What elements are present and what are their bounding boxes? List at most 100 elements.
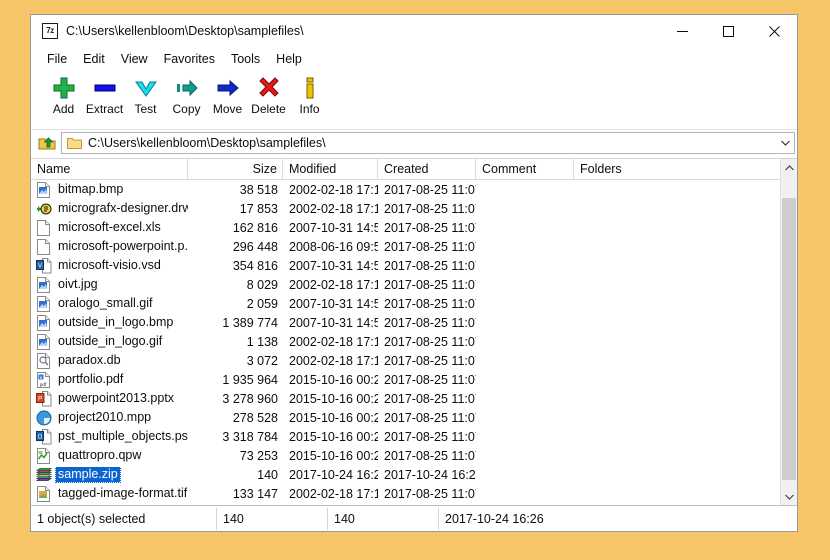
file-name-cell[interactable]: bitmap.bmp bbox=[31, 181, 188, 198]
table-row[interactable]: uuencode.uue163 3292007-10-31 14:532017-… bbox=[31, 503, 780, 505]
file-name-cell[interactable]: paradox.db bbox=[31, 352, 188, 369]
file-name-cell[interactable]: oivt.jpg bbox=[31, 276, 188, 293]
maximize-button[interactable] bbox=[705, 15, 751, 47]
file-name-text: microsoft-visio.vsd bbox=[58, 258, 161, 272]
column-header-name[interactable]: Name bbox=[31, 159, 188, 179]
table-row[interactable]: micrografx-designer.drw 17 853 2002-02-18 … bbox=[31, 199, 780, 218]
file-name-cell[interactable]: outside_in_logo.gif bbox=[31, 333, 188, 350]
table-row[interactable]: microsoft-excel.xls 162 816 2007-10-31 14:… bbox=[31, 218, 780, 237]
file-name-text: microsoft-powerpoint.p... bbox=[58, 239, 188, 253]
window-controls bbox=[659, 15, 797, 47]
file-name-cell[interactable]: microsoft-excel.xls bbox=[31, 219, 188, 236]
toolbar-label-info: Info bbox=[299, 102, 320, 116]
file-name-cell[interactable]: micrografx-designer.drw bbox=[31, 201, 188, 217]
menu-item-view[interactable]: View bbox=[113, 50, 156, 68]
vertical-scrollbar[interactable] bbox=[780, 159, 797, 505]
close-button[interactable] bbox=[751, 15, 797, 47]
toolbar-button-copy[interactable]: Copy bbox=[166, 75, 207, 116]
column-header-comment[interactable]: Comment bbox=[476, 159, 574, 179]
table-row[interactable]: outside_in_logo.bmp 1 389 774 2007-10-31 1… bbox=[31, 313, 780, 332]
file-size-cell: 2 059 bbox=[246, 296, 278, 311]
scroll-down-button[interactable] bbox=[781, 488, 797, 505]
file-name-text: oralogo_small.gif bbox=[58, 296, 153, 310]
project-file-icon bbox=[36, 410, 52, 426]
minimize-button[interactable] bbox=[659, 15, 705, 47]
status-packed-size: 140 bbox=[328, 508, 439, 530]
table-row[interactable]: bitmap.bmp 38 518 2002-02-18 17:13 2017-08-… bbox=[31, 180, 780, 199]
file-name-cell[interactable]: quattropro.qpw bbox=[31, 447, 188, 464]
app-icon: 7z bbox=[42, 23, 58, 39]
menu-item-help[interactable]: Help bbox=[268, 50, 310, 68]
file-name-cell[interactable]: microsoft-powerpoint.p... bbox=[31, 238, 188, 255]
file-name-cell[interactable]: outside_in_logo.bmp bbox=[31, 314, 188, 331]
file-created-cell: 2017-08-25 11:07 bbox=[384, 239, 476, 254]
scroll-up-button[interactable] bbox=[781, 159, 797, 176]
file-name-cell[interactable]: oralogo_small.gif bbox=[31, 295, 188, 312]
toolbar-button-info[interactable]: Info bbox=[289, 75, 330, 116]
file-name-cell[interactable]: uuencode.uue bbox=[31, 505, 188, 506]
toolbar-label-move: Move bbox=[212, 102, 243, 116]
column-header-folders[interactable]: Folders bbox=[574, 159, 714, 179]
file-modified-cell: 2007-10-31 14:53 bbox=[289, 315, 378, 330]
quattro-file-icon bbox=[36, 447, 52, 464]
file-name-cell[interactable]: Vmicrosoft-visio.vsd bbox=[31, 257, 188, 274]
table-row[interactable]: tagged-image-format.tif 133 147 2002-02-18… bbox=[31, 484, 780, 503]
title-bar: 7z C:\Users\kellenbloom\Desktop\samplefi… bbox=[31, 15, 797, 47]
file-name-cell[interactable]: sample.zip bbox=[31, 466, 188, 483]
address-combobox[interactable]: C:\Users\kellenbloom\Desktop\samplefiles… bbox=[61, 132, 795, 154]
up-folder-icon[interactable] bbox=[33, 131, 61, 155]
toolbar-button-move[interactable]: Move bbox=[207, 75, 248, 116]
table-row[interactable]: microsoft-powerpoint.p... 296 448 2008-06-… bbox=[31, 237, 780, 256]
column-header-size[interactable]: Size bbox=[188, 159, 283, 179]
file-modified-cell: 2002-02-18 17:14 bbox=[289, 334, 378, 349]
table-row[interactable]: Ppowerpoint2013.pptx 3 278 960 2015-10-16 … bbox=[31, 389, 780, 408]
table-row[interactable]: oralogo_small.gif 2 059 2007-10-31 14:53 20… bbox=[31, 294, 780, 313]
file-name-cell[interactable]: e pdf portfolio.pdf bbox=[31, 371, 188, 388]
file-created-cell: 2017-08-25 11:07 bbox=[384, 410, 476, 425]
file-name-text: paradox.db bbox=[58, 353, 121, 367]
table-row[interactable]: outside_in_logo.gif 1 138 2002-02-18 17:14… bbox=[31, 332, 780, 351]
file-name-cell[interactable]: project2010.mpp bbox=[31, 410, 188, 426]
table-row[interactable]: Vmicrosoft-visio.vsd 354 816 2007-10-31 14… bbox=[31, 256, 780, 275]
file-name-text: project2010.mpp bbox=[58, 410, 152, 424]
table-row[interactable]: sample.zip 140 2017-10-24 16:26 2017-10-24 … bbox=[31, 465, 780, 484]
file-created-cell: 2017-08-25 11:07 bbox=[384, 201, 476, 216]
file-name-cell[interactable]: Ppowerpoint2013.pptx bbox=[31, 390, 188, 407]
table-row[interactable]: project2010.mpp 278 528 2015-10-16 00:28 20… bbox=[31, 408, 780, 427]
file-created-cell: 2017-08-25 11:07 bbox=[384, 182, 476, 197]
file-created-cell: 2017-08-25 11:07 bbox=[384, 353, 476, 368]
file-created-cell: 2017-08-25 11:07 bbox=[384, 391, 476, 406]
table-row[interactable]: e pdf portfolio.pdf 1 935 964 2015-10-16 00:… bbox=[31, 370, 780, 389]
menu-item-edit[interactable]: Edit bbox=[75, 50, 113, 68]
file-size-cell: 17 853 bbox=[239, 201, 278, 216]
toolbar-label-delete: Delete bbox=[251, 102, 286, 116]
toolbar-button-test[interactable]: Test bbox=[125, 75, 166, 116]
chevron-down-icon[interactable] bbox=[776, 140, 794, 146]
file-name-cell[interactable]: Opst_multiple_objects.pst bbox=[31, 428, 188, 445]
table-row[interactable]: oivt.jpg 8 029 2002-02-18 17:14 2017-08-25 … bbox=[31, 275, 780, 294]
menu-item-favorites[interactable]: Favorites bbox=[156, 50, 223, 68]
column-header-modified[interactable]: Modified bbox=[283, 159, 378, 179]
info-icon bbox=[298, 75, 322, 101]
status-selection: 1 object(s) selected bbox=[31, 508, 217, 530]
file-size-cell: 8 029 bbox=[246, 277, 278, 292]
file-size-cell: 1 389 774 bbox=[222, 315, 278, 330]
file-name-cell[interactable]: tagged-image-format.tif bbox=[31, 485, 188, 502]
table-row[interactable]: Opst_multiple_objects.pst 3 318 784 2015-1… bbox=[31, 427, 780, 446]
table-row[interactable]: quattropro.qpw 73 253 2015-10-16 00:28 2017… bbox=[31, 446, 780, 465]
table-row[interactable]: paradox.db 3 072 2002-02-18 17:14 2017-08-2… bbox=[31, 351, 780, 370]
toolbar-button-add[interactable]: Add bbox=[43, 75, 84, 116]
toolbar-button-extract[interactable]: Extract bbox=[84, 75, 125, 116]
column-header-created[interactable]: Created bbox=[378, 159, 476, 179]
file-size-cell: 3 318 784 bbox=[222, 429, 278, 444]
scrollbar-track[interactable] bbox=[781, 176, 797, 488]
menu-item-tools[interactable]: Tools bbox=[223, 50, 268, 68]
file-size-cell: 140 bbox=[257, 467, 278, 482]
scrollbar-thumb[interactable] bbox=[782, 198, 796, 480]
image-file-icon bbox=[36, 333, 52, 350]
file-modified-cell: 2008-06-16 09:57 bbox=[289, 239, 378, 254]
seven-zip-window: 7z C:\Users\kellenbloom\Desktop\samplefi… bbox=[30, 14, 798, 532]
menu-item-file[interactable]: File bbox=[39, 50, 75, 68]
toolbar-button-delete[interactable]: Delete bbox=[248, 75, 289, 116]
file-created-cell: 2017-08-25 11:07 bbox=[384, 296, 476, 311]
